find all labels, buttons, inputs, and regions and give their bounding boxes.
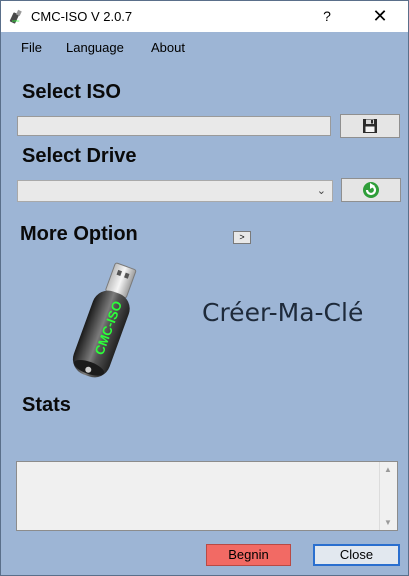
chevron-down-icon: ⌄ (316, 185, 326, 197)
begin-button[interactable]: Begnin (206, 544, 291, 566)
select-iso-heading: Select ISO (22, 81, 121, 103)
browse-iso-button[interactable] (340, 114, 400, 138)
brand-name: Créer-Ma-Clé (202, 298, 364, 327)
menu-bar: File Language About (1, 32, 408, 58)
more-option-heading: More Option (20, 223, 138, 245)
refresh-drives-button[interactable] (341, 178, 401, 202)
svg-text:cmc: cmc (12, 18, 19, 23)
refresh-icon (363, 182, 379, 198)
main-window: cmc CMC-ISO V 2.0.7 ? ✕ File Language Ab… (0, 0, 409, 576)
window-close-button[interactable]: ✕ (367, 6, 393, 26)
title-bar: cmc CMC-ISO V 2.0.7 ? ✕ (1, 1, 408, 32)
more-option-toggle[interactable]: > (233, 231, 251, 244)
close-button[interactable]: Close (313, 544, 400, 566)
menu-language[interactable]: Language (66, 40, 124, 55)
menu-about[interactable]: About (151, 40, 185, 55)
app-icon: cmc (9, 9, 22, 24)
drive-dropdown[interactable]: ⌄ (17, 180, 333, 202)
usb-drive-logo: CMC-ISO (72, 262, 137, 378)
scroll-down-icon[interactable]: ▼ (384, 518, 392, 527)
stats-heading: Stats (22, 394, 71, 416)
scroll-up-icon[interactable]: ▲ (384, 465, 392, 474)
iso-path-field[interactable] (17, 116, 331, 136)
help-button[interactable]: ? (317, 6, 337, 26)
select-drive-heading: Select Drive (22, 145, 137, 167)
floppy-disk-icon (363, 119, 377, 133)
stats-log[interactable]: ▲ ▼ (16, 461, 398, 531)
window-title: CMC-ISO V 2.0.7 (31, 9, 133, 24)
log-scrollbar[interactable]: ▲ ▼ (379, 462, 397, 530)
menu-file[interactable]: File (21, 40, 42, 55)
